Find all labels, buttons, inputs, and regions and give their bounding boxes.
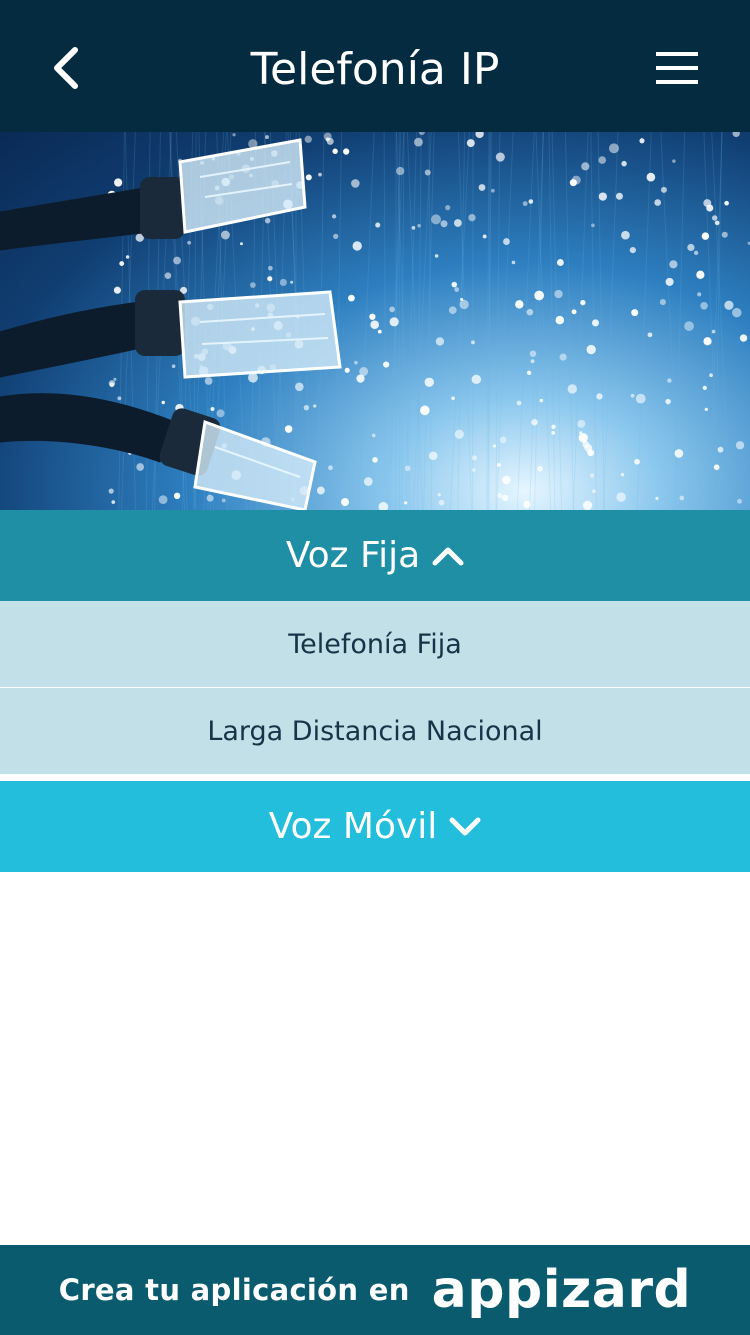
hamburger-menu-icon bbox=[656, 52, 698, 84]
accordion-voz-movil-label: Voz Móvil bbox=[268, 806, 438, 847]
hero-image bbox=[0, 132, 750, 510]
list-item-label: Larga Distancia Nacional bbox=[207, 715, 543, 747]
chevron-down-icon bbox=[449, 817, 481, 835]
page-title: Telefonía IP bbox=[250, 44, 500, 95]
accordion-voz-fija[interactable]: Voz Fija bbox=[0, 510, 750, 601]
promo-footer-banner[interactable]: Crea tu aplicación en appizard bbox=[0, 1245, 750, 1335]
chevron-left-icon bbox=[54, 47, 78, 89]
app-header: Telefonía IP bbox=[0, 0, 750, 132]
network-cables-fiber-optic-photo bbox=[0, 132, 750, 510]
back-button[interactable] bbox=[36, 36, 96, 100]
list-item-telefonia-fija[interactable]: Telefonía Fija bbox=[0, 601, 750, 687]
chevron-up-icon bbox=[432, 547, 464, 565]
appizard-logo: appizard bbox=[431, 1260, 692, 1320]
menu-button[interactable] bbox=[646, 36, 708, 100]
accordion-voz-movil[interactable]: Voz Móvil bbox=[0, 781, 750, 872]
list-item-larga-distancia-nacional[interactable]: Larga Distancia Nacional bbox=[0, 688, 750, 774]
footer-text: Crea tu aplicación en bbox=[58, 1273, 410, 1307]
accordion-voz-fija-label: Voz Fija bbox=[285, 535, 421, 576]
list-item-label: Telefonía Fija bbox=[288, 628, 462, 660]
